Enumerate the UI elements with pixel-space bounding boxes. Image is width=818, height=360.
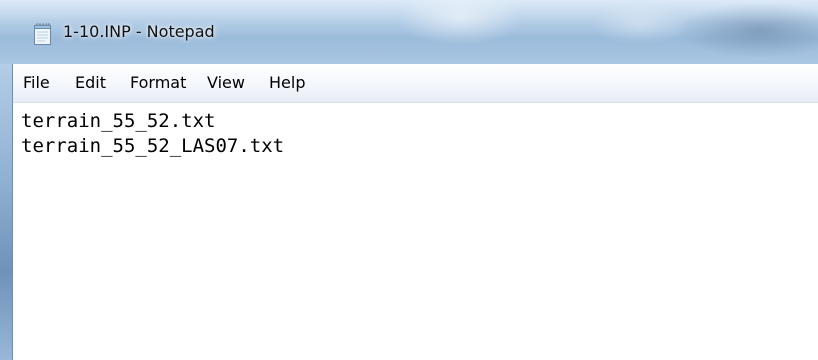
text-line[interactable]: terrain_55_52.txt [21, 110, 215, 132]
title-bar[interactable]: 1-10.INP - Notepad [0, 0, 818, 65]
notepad-window: 1-10.INP - Notepad File Edit Format View… [0, 0, 818, 360]
menu-help[interactable]: Help [269, 73, 305, 92]
menu-view[interactable]: View [207, 73, 245, 92]
notepad-icon[interactable] [33, 22, 53, 46]
menu-file[interactable]: File [23, 73, 50, 92]
window-title: 1-10.INP - Notepad [63, 22, 215, 41]
menu-bar: File Edit Format View Help [13, 64, 818, 103]
text-line[interactable]: terrain_55_52_LAS07.txt [21, 135, 284, 157]
window-frame-left [0, 64, 13, 360]
menu-format[interactable]: Format [130, 73, 186, 92]
menu-edit[interactable]: Edit [75, 73, 106, 92]
text-editor-area[interactable]: terrain_55_52.txt terrain_55_52_LAS07.tx… [13, 103, 818, 360]
